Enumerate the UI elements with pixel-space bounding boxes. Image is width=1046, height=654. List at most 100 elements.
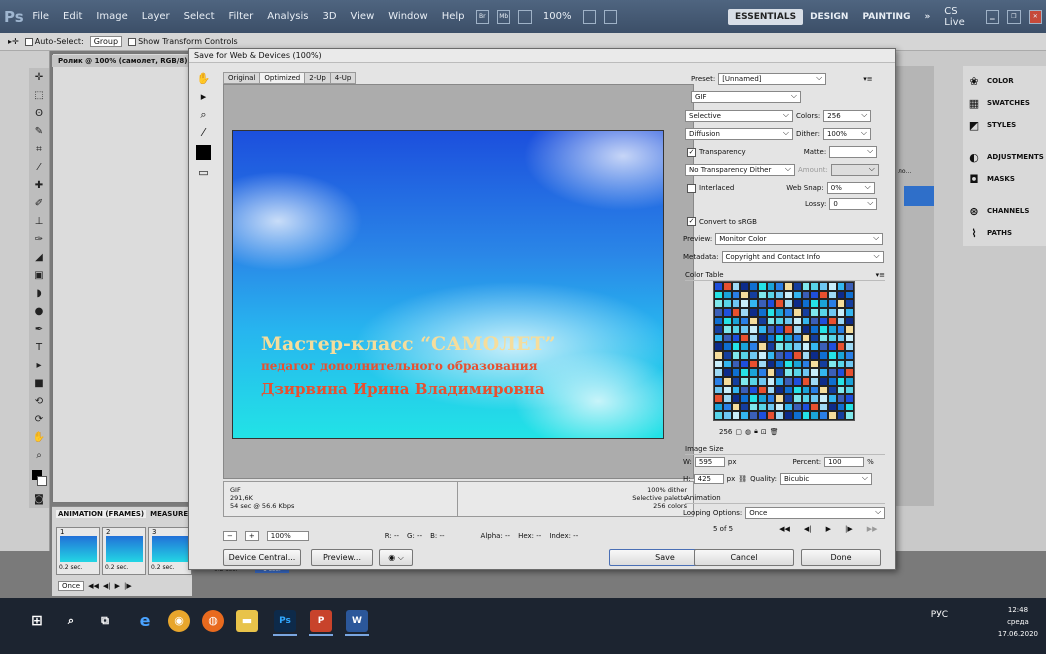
srgb-checkbox[interactable]: ✓	[687, 217, 696, 226]
color-swatch[interactable]	[749, 376, 758, 386]
color-swatch[interactable]	[836, 411, 846, 420]
workspace-more[interactable]: »	[917, 9, 937, 25]
color-swatch[interactable]	[810, 307, 819, 317]
color-swatch[interactable]	[722, 307, 732, 317]
color-swatch[interactable]	[792, 316, 802, 326]
animation-frame[interactable]: 2 0.2 sec.	[102, 527, 146, 575]
color-swatch[interactable]	[827, 290, 837, 300]
cs-live[interactable]: CS Live	[937, 6, 981, 28]
toggle-slices-icon[interactable]: ▭	[196, 165, 211, 180]
color-swatch[interactable]	[757, 290, 767, 300]
color-swatch[interactable]	[757, 411, 767, 420]
powerpoint-icon[interactable]: P	[310, 610, 332, 632]
color-swatch[interactable]	[740, 385, 749, 395]
path-select-icon[interactable]: ▸	[32, 360, 46, 372]
document-tab[interactable]: Ролик @ 100% (самолет, RGB/8)	[52, 55, 192, 67]
color-swatch[interactable]	[810, 359, 819, 369]
websnap-input[interactable]: 0%	[826, 182, 875, 194]
color-swatch[interactable]	[749, 307, 758, 317]
color-swatch[interactable]	[810, 325, 819, 334]
color-swatch[interactable]	[757, 307, 767, 317]
color-swatch[interactable]	[819, 333, 828, 343]
preset-dropdown[interactable]: [Unnamed]	[718, 73, 827, 85]
tab-4-up[interactable]: 4-Up	[329, 72, 357, 84]
color-swatch[interactable]	[810, 299, 819, 308]
color-swatch[interactable]	[836, 394, 846, 403]
color-swatch[interactable]	[722, 359, 732, 369]
minimize-icon[interactable]: ▁	[985, 9, 1000, 24]
color-swatch[interactable]	[845, 333, 854, 343]
color-swatch[interactable]	[792, 333, 802, 343]
color-swatch[interactable]	[819, 402, 828, 412]
color-swatch[interactable]	[757, 351, 767, 360]
color-swatch[interactable]	[714, 282, 723, 291]
color-swatch[interactable]	[845, 376, 854, 386]
percent-input[interactable]: 100	[824, 457, 865, 467]
color-swatch[interactable]	[740, 290, 749, 300]
color-swatch[interactable]	[827, 402, 837, 412]
color-swatch[interactable]	[714, 368, 723, 377]
color-swatch[interactable]	[819, 394, 828, 403]
color-swatch[interactable]	[740, 368, 749, 377]
color-swatch[interactable]	[784, 394, 793, 403]
tab-optimized[interactable]: Optimized	[259, 72, 306, 84]
bridge-icon[interactable]: Br	[475, 9, 489, 24]
next-frame-icon[interactable]: |▶	[845, 525, 853, 533]
matte-dropdown[interactable]	[829, 146, 878, 158]
panel-styles[interactable]: ◩ STYLES	[967, 114, 1016, 136]
color-swatch[interactable]	[722, 316, 732, 326]
color-swatch[interactable]	[749, 316, 758, 326]
close-icon[interactable]: ✕	[1028, 9, 1042, 24]
color-swatch[interactable]	[775, 299, 784, 308]
color-swatch[interactable]	[775, 325, 784, 334]
color-swatch[interactable]	[731, 359, 741, 369]
color-swatch[interactable]	[827, 411, 837, 420]
eyedropper-icon[interactable]: ⁄	[32, 162, 46, 174]
panel-color[interactable]: ❀ COLOR	[967, 70, 1013, 92]
color-swatch[interactable]	[775, 385, 784, 395]
panel-channels[interactable]: ⊛ CHANNELS	[967, 200, 1029, 222]
image-preview-area[interactable]: Мастер-класс “САМОЛЕТ” педагог дополните…	[223, 84, 694, 479]
color-swatch[interactable]	[836, 325, 846, 334]
color-swatch[interactable]	[827, 351, 837, 360]
color-swatch[interactable]	[766, 307, 776, 317]
zoom-icon[interactable]: ⌕	[32, 450, 46, 462]
panel-swatches[interactable]: ▦ SWATCHES	[967, 92, 1030, 114]
zoom-dropdown[interactable]: 100%	[266, 531, 309, 541]
color-swatch[interactable]	[757, 342, 767, 351]
format-dropdown[interactable]: GIF	[691, 91, 801, 103]
color-swatch[interactable]	[784, 290, 793, 300]
crop-icon[interactable]: ⌗	[32, 144, 46, 156]
color-swatch[interactable]	[766, 368, 776, 377]
menu-3d[interactable]: 3D	[315, 11, 343, 22]
transparency-checkbox[interactable]: ✓	[687, 147, 696, 157]
color-swatch[interactable]	[714, 299, 723, 308]
color-swatch[interactable]	[784, 368, 793, 377]
color-swatch[interactable]	[792, 376, 802, 386]
color-swatch[interactable]	[836, 333, 846, 343]
colors-input[interactable]: 256	[823, 110, 872, 122]
color-swatch[interactable]	[836, 351, 846, 360]
color-swatch[interactable]	[749, 333, 758, 343]
color-swatch[interactable]	[819, 282, 828, 291]
color-swatch[interactable]	[792, 342, 802, 351]
color-swatch[interactable]	[810, 394, 819, 403]
color-swatch[interactable]	[714, 411, 723, 420]
color-swatch[interactable]	[775, 307, 784, 317]
chrome-icon[interactable]: ◉	[168, 610, 190, 632]
color-swatch[interactable]	[784, 282, 793, 291]
color-swatch[interactable]	[775, 368, 784, 377]
color-swatch[interactable]	[801, 290, 811, 300]
info-download-time[interactable]: 54 sec @ 56.6 Kbps	[230, 502, 451, 510]
color-swatch[interactable]	[757, 368, 767, 377]
layer-row-selected[interactable]	[904, 186, 934, 206]
color-swatch[interactable]	[749, 402, 758, 412]
color-swatch[interactable]	[845, 325, 854, 334]
menu-edit[interactable]: Edit	[56, 11, 89, 22]
color-swatch[interactable]	[801, 385, 811, 395]
frame-delay[interactable]: 0.2 sec.	[151, 564, 174, 571]
menu-filter[interactable]: Filter	[222, 11, 261, 22]
color-swatch[interactable]	[731, 368, 741, 377]
color-swatch[interactable]	[749, 342, 758, 351]
brush-icon[interactable]: ✐	[32, 198, 46, 210]
